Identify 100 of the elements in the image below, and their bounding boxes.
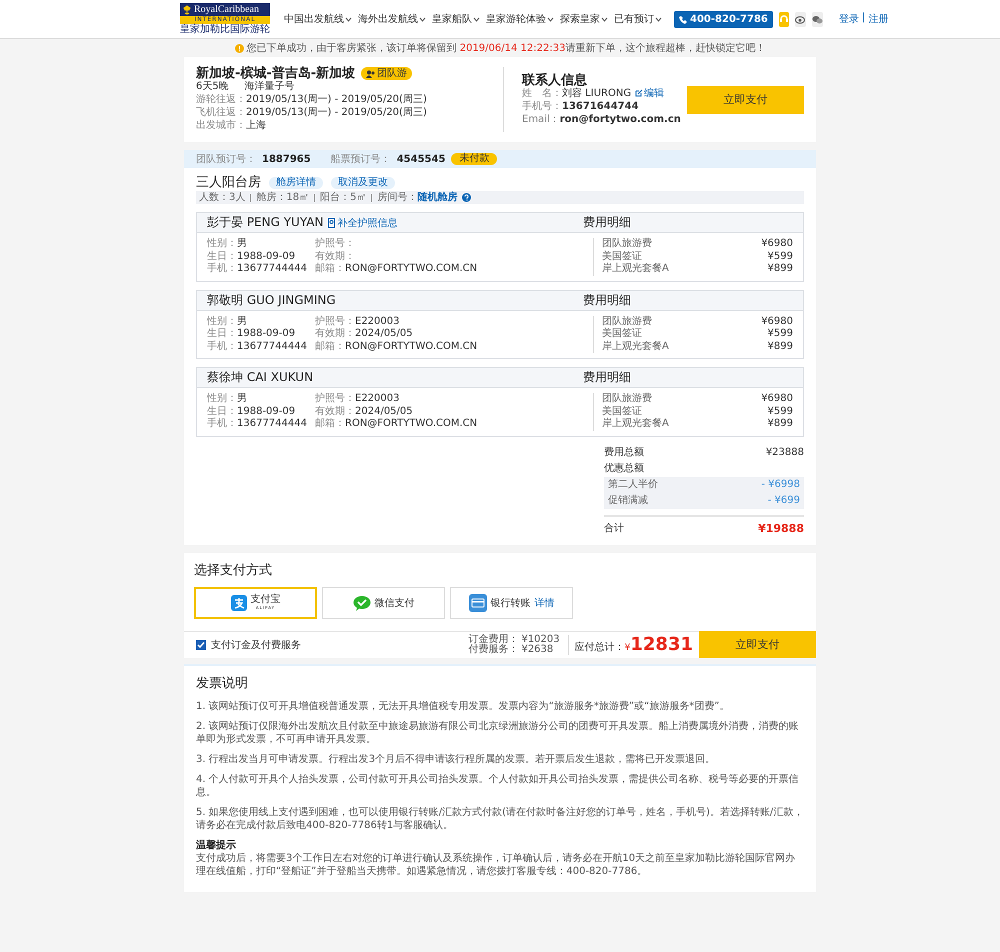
field-value: 13677744444 [237, 340, 307, 352]
discount-name: 第二人半价 [608, 478, 658, 492]
fee-amount: ¥899 [768, 418, 793, 430]
field-value: 2019/05/13(周一) - 2019/05/20(周三) [246, 93, 427, 106]
fee-name: 美国签证 [602, 250, 642, 262]
booking-number: 4545545 [396, 154, 446, 164]
field-label: 手机： [207, 340, 237, 352]
total-label: 合计 [604, 522, 624, 536]
field-label: 护照号： [315, 316, 355, 326]
notice-message: 您已下单成功，由于客房紧张，该订单将保留到 2019/06/14 12:22:33请重新下单，这个旅程超棒，赶快锁定它吧！ [246, 42, 766, 55]
field-value: 刘容 LIURONG [562, 86, 632, 100]
fee-details-title: 费用明细 [583, 292, 632, 308]
edit-link[interactable]: 编辑 [635, 86, 664, 100]
edit-icon [635, 89, 644, 97]
traveler-name: 郭敬明 GUO JINGMING [207, 292, 336, 308]
nav-menu-item[interactable]: 探索皇家 [560, 12, 608, 26]
fee-name: 岸上观光套餐A [602, 418, 669, 430]
chat-bubble-icon [352, 594, 370, 610]
field-value: 1988-09-09 [237, 406, 296, 416]
pay-now-button[interactable]: 立即支付 [699, 631, 816, 658]
field-label: 生日： [207, 250, 237, 262]
summary-label: 费用总额 [604, 446, 644, 460]
field-value: 2024/05/05 [355, 406, 413, 416]
nav-menu-item[interactable]: 皇家游轮体验 [486, 12, 554, 26]
caret-icon [473, 16, 480, 22]
caret-icon [419, 16, 426, 22]
traveler-name: 彭于晏 PENG YUYAN [207, 214, 324, 231]
field-label: 性别： [207, 238, 237, 249]
field-value: 男 [237, 238, 247, 249]
checkmark-icon [197, 640, 205, 648]
nav-menu-item[interactable]: 中国出发航线 [284, 12, 352, 26]
fee-amount: ¥599 [768, 328, 793, 340]
payment-status-badge: 未付款 [451, 153, 498, 165]
field-label: 有效期： [315, 406, 355, 416]
nav-menu-item[interactable]: 皇家船队 [432, 12, 480, 26]
cabin-tag-link[interactable]: 取消及更改 [331, 176, 395, 188]
trip-duration: 6天5晚 [196, 80, 229, 93]
fee-name: 岸上观光套餐A [602, 340, 669, 353]
field-value: 男 [237, 393, 247, 404]
nav-menu-item[interactable]: 已有预订 [614, 12, 662, 26]
field-label: 有效期： [315, 250, 355, 262]
login-link[interactable]: 登录 [838, 12, 859, 26]
field-label: 手机号： [522, 100, 562, 112]
amount-due-label: 应付总计： [574, 640, 625, 654]
fee-name: 团队旅游费 [602, 393, 652, 406]
phone-icon [679, 14, 687, 24]
cabin-fact: 舱房：18㎡ [256, 191, 310, 204]
field-value: RON@FORTYTWO.COM.CN [345, 418, 478, 429]
summary-amount: ¥23888 [766, 446, 804, 460]
caret-icon [547, 16, 554, 22]
invoice-note: 5. 如果您使用线上支付遇到困难，也可以使用银行转账/汇款方式付款(请在付款时备注好您的订单号，姓名，手机号)。若选择转账/汇款，请务必在完成付款后致电400-820-7786转1与客服确认。 [196, 806, 804, 832]
caret-icon [655, 16, 662, 22]
invoice-note: 3. 行程出发当月可申请发票。行程出发3个月后不得申请该行程所属的发票。若开票后发生退款，需将已开发票退回。 [196, 752, 716, 766]
field-value: 13671644744 [562, 100, 639, 112]
nav-menu-item[interactable]: 海外出发航线 [358, 12, 426, 26]
field-label: 飞机往返： [196, 106, 246, 119]
caret-icon [345, 16, 352, 22]
pay-now-button[interactable]: 立即支付 [687, 86, 804, 114]
fee-details-title: 费用明细 [583, 369, 632, 386]
service-fee: 付费服务： ¥2638 [468, 644, 554, 654]
register-link[interactable]: 注册 [868, 12, 888, 26]
section-title: 选择支付方式 [194, 562, 273, 578]
wechat-button[interactable] [812, 12, 823, 26]
field-label: 护照号： [315, 238, 355, 249]
field-label: 房间号： [377, 191, 418, 204]
passport-link[interactable]: 补全护照信息 [328, 216, 398, 230]
field-label: 船票预订号： [330, 153, 391, 166]
field-value: 2024/05/05 [355, 328, 413, 339]
cabin-tag-link[interactable]: 舱房详情 [269, 176, 323, 188]
fee-amount: ¥899 [768, 340, 793, 353]
warning-icon [234, 44, 244, 52]
field-value: 13677744444 [237, 418, 307, 429]
crown-anchor-icon [182, 4, 192, 14]
caret-icon [601, 16, 608, 22]
payment-method-option[interactable]: 银行转账 详情 [450, 586, 573, 618]
booking-number: 1887965 [262, 154, 311, 164]
people-icon [366, 70, 376, 78]
field-label: 团队预订号： [196, 153, 256, 166]
phone-number[interactable]: 400-820-7786 [674, 10, 773, 28]
payment-method-option[interactable]: 微信支付 [322, 586, 445, 618]
fee-amount: ¥6980 [761, 238, 793, 250]
field-value: RON@FORTYTWO.COM.CN [345, 263, 478, 274]
fee-name: 岸上观光套餐A [602, 263, 669, 276]
fee-name: 美国签证 [602, 328, 642, 340]
fee-amount: ¥6980 [761, 316, 793, 328]
alipay-logo-icon [230, 594, 246, 610]
tour-type-badge: 团队游 [361, 67, 412, 80]
field-label: 有效期： [315, 328, 355, 339]
checkbox[interactable] [196, 640, 206, 650]
eye-shaped-icon [794, 14, 806, 24]
room-link[interactable]: 随机舱房 [417, 191, 458, 204]
traveler-name: 蔡徐坤 CAI XUKUN [207, 369, 314, 386]
field-label: 生日： [207, 328, 237, 339]
ship-name: 海洋量子号 [244, 80, 295, 93]
discount-amount: - ¥699 [768, 494, 800, 508]
weibo-button[interactable] [794, 12, 806, 26]
field-label: 性别： [207, 393, 237, 404]
field-label: Email： [522, 112, 560, 126]
discount-name: 促销满减 [608, 494, 648, 508]
tip-title: 温馨提示 [196, 838, 237, 852]
